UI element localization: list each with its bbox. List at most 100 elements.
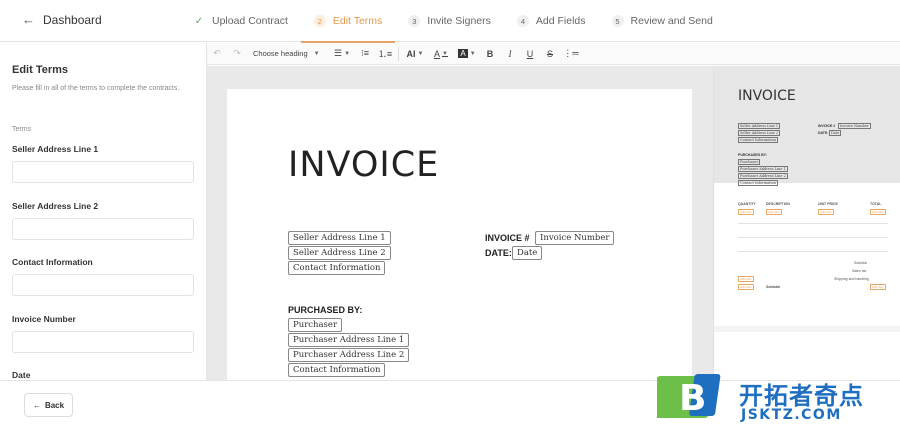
step-label: Upload Contract — [212, 15, 288, 27]
seller-address-1-input[interactable] — [12, 161, 194, 183]
arrow-left-icon: ← — [22, 12, 35, 27]
step-review-and-send[interactable]: 5 Review and Send — [599, 0, 726, 42]
field-label-date: Date — [12, 370, 31, 380]
step-number: 4 — [516, 15, 529, 27]
document-page[interactable]: INVOICE Seller Address Line 1 Seller Add… — [227, 89, 692, 380]
font-size-icon[interactable]: AI ▼ — [402, 43, 428, 65]
field-label-seller-address-2: Seller Address Line 2 — [12, 201, 99, 211]
step-label: Add Fields — [535, 15, 586, 27]
document-editor: INVOICE Seller Address Line 1 Seller Add… — [207, 66, 713, 380]
dashboard-back-link[interactable]: ← Dashboard — [22, 12, 102, 27]
page-thumbnail[interactable]: INVOICE Seller Address Line 1 Seller Add… — [714, 66, 900, 326]
step-number: 5 — [611, 15, 624, 27]
watermark-logo-letter: B — [679, 378, 706, 419]
invoice-number-label: INVOICE # — [485, 233, 530, 243]
watermark: B 开拓者奇点 JSKTZ.COM — [657, 372, 900, 428]
chevron-down-icon: ▼ — [417, 50, 424, 57]
purchaser-contact-placeholder[interactable]: Contact Information — [288, 363, 386, 377]
back-button[interactable]: ← Back — [24, 393, 73, 417]
thumb-invoice-label: INVOICE # — [818, 124, 836, 128]
purchased-by-label: PURCHASED BY: — [288, 305, 363, 315]
toolbar-divider — [398, 46, 399, 61]
thumb-chip: Add Item — [738, 284, 755, 290]
check-icon: ✓ — [194, 15, 204, 27]
chevron-down-icon: ▼ — [313, 50, 320, 57]
bold-icon[interactable]: B — [480, 43, 500, 65]
date-label: DATE: — [485, 248, 512, 258]
back-button-label: Back — [44, 400, 65, 410]
undo-icon[interactable]: ↶ — [207, 43, 227, 65]
editor-toolbar: ↶ ↷ Choose heading ▼ ☰ ▼ ⁝≡ ⒈≡ AI ▼ A ▼ A ▼ … — [207, 43, 900, 65]
highlight-color-icon[interactable]: A ▼ — [454, 43, 480, 65]
heading-select[interactable]: Choose heading ▼ — [247, 43, 329, 65]
numbered-list-icon[interactable]: ⒈≡ — [375, 43, 395, 65]
thumb-subtotal-label: Subtotal — [854, 261, 867, 265]
field-label-contact-information: Contact Information — [12, 257, 93, 267]
thumb-chip: Add Item — [870, 284, 887, 290]
thumb-purchaser-address-2: Purchaser Address Line 2 — [738, 173, 788, 179]
chevron-down-icon: ▼ — [344, 50, 351, 57]
redo-icon[interactable]: ↷ — [227, 43, 247, 65]
field-label-seller-address-1: Seller Address Line 1 — [12, 144, 99, 154]
purchaser-address-1-placeholder[interactable]: Purchaser Address Line 1 — [288, 333, 410, 347]
thumb-tax-label: Sales tax — [852, 269, 867, 273]
thumb-purchaser-contact: Contact Information — [738, 180, 779, 186]
heading-select-value: Choose heading — [253, 49, 308, 58]
thumb-date: Date — [829, 130, 842, 136]
thumb-chip: Add Item — [870, 209, 887, 215]
thumbnail-title: INVOICE — [738, 88, 796, 104]
purchaser-address-2-placeholder[interactable]: Purchaser Address Line 2 — [288, 348, 410, 362]
step-invite-signers[interactable]: 3 Invite Signers — [395, 0, 504, 42]
strikethrough-icon[interactable]: S — [540, 43, 560, 65]
thumb-col-unit-price: UNIT PRICE — [818, 202, 838, 206]
sidebar-description: Please fill in all of the terms to compl… — [12, 85, 180, 92]
stepper: ✓ Upload Contract 2 Edit Terms 3 Invite … — [180, 0, 726, 43]
thumb-seller-address-2: Seller Address Line 2 — [738, 130, 781, 136]
thumb-col-quantity: QUANTITY — [738, 202, 756, 206]
thumb-col-total: TOTAL — [870, 202, 882, 206]
seller-address-1-placeholder[interactable]: Seller Address Line 1 — [288, 231, 391, 245]
step-label: Edit Terms — [332, 15, 383, 27]
purchaser-placeholder[interactable]: Purchaser — [288, 318, 343, 332]
step-upload-contract[interactable]: ✓ Upload Contract — [180, 0, 301, 42]
step-label: Invite Signers — [427, 15, 491, 27]
seller-address-2-input[interactable] — [12, 218, 194, 240]
date-placeholder[interactable]: Date — [512, 246, 543, 260]
terms-section-label: Terms — [12, 126, 32, 133]
arrow-left-icon: ← — [32, 400, 41, 410]
thumb-chip: Add Item — [738, 209, 755, 215]
invoice-number-input[interactable] — [12, 331, 194, 353]
watermark-chinese-text: 开拓者奇点 — [739, 383, 864, 410]
thumb-purchased-by: PURCHASED BY: — [738, 153, 767, 157]
text-color-icon[interactable]: A ▼ — [428, 43, 454, 65]
thumb-chip: Add Item — [738, 276, 755, 282]
thumb-purchaser-address-1: Purchaser Address Line 1 — [738, 166, 788, 172]
underline-icon[interactable]: U — [520, 43, 540, 65]
invoice-title: INVOICE — [288, 145, 440, 185]
thumb-row-line — [738, 251, 888, 252]
step-number: 2 — [313, 15, 326, 27]
thumb-purchaser: Purchaser — [738, 159, 761, 165]
step-label: Review and Send — [630, 15, 713, 27]
thumb-shipping-label: Shipping and handling — [834, 277, 869, 281]
contact-information-input[interactable] — [12, 274, 194, 296]
thumb-row-line — [738, 237, 888, 238]
page-break-icon[interactable]: ⋮═ — [560, 43, 582, 65]
bullet-list-icon[interactable]: ⁝≡ — [355, 43, 375, 65]
chevron-down-icon: ▼ — [469, 50, 476, 57]
chevron-down-icon: ▼ — [442, 50, 448, 57]
seller-address-2-placeholder[interactable]: Seller Address Line 2 — [288, 246, 391, 260]
italic-icon[interactable]: I — [500, 43, 520, 65]
dashboard-label: Dashboard — [43, 12, 102, 27]
invoice-number-placeholder[interactable]: Invoice Number — [535, 231, 615, 245]
step-edit-terms[interactable]: 2 Edit Terms — [300, 0, 396, 43]
contact-info-placeholder[interactable]: Contact Information — [288, 261, 386, 275]
terms-sidebar: Edit Terms Please fill in all of the ter… — [0, 43, 207, 380]
top-bar: ← Dashboard ✓ Upload Contract 2 Edit Ter… — [0, 0, 900, 43]
sidebar-title: Edit Terms — [12, 64, 69, 76]
thumb-contact-info: Contact Information — [738, 137, 779, 143]
align-icon[interactable]: ☰ ▼ — [329, 43, 355, 65]
watermark-logo-icon: B — [657, 374, 721, 419]
step-add-fields[interactable]: 4 Add Fields — [504, 0, 599, 42]
thumb-date-label: DATE: — [818, 131, 829, 135]
